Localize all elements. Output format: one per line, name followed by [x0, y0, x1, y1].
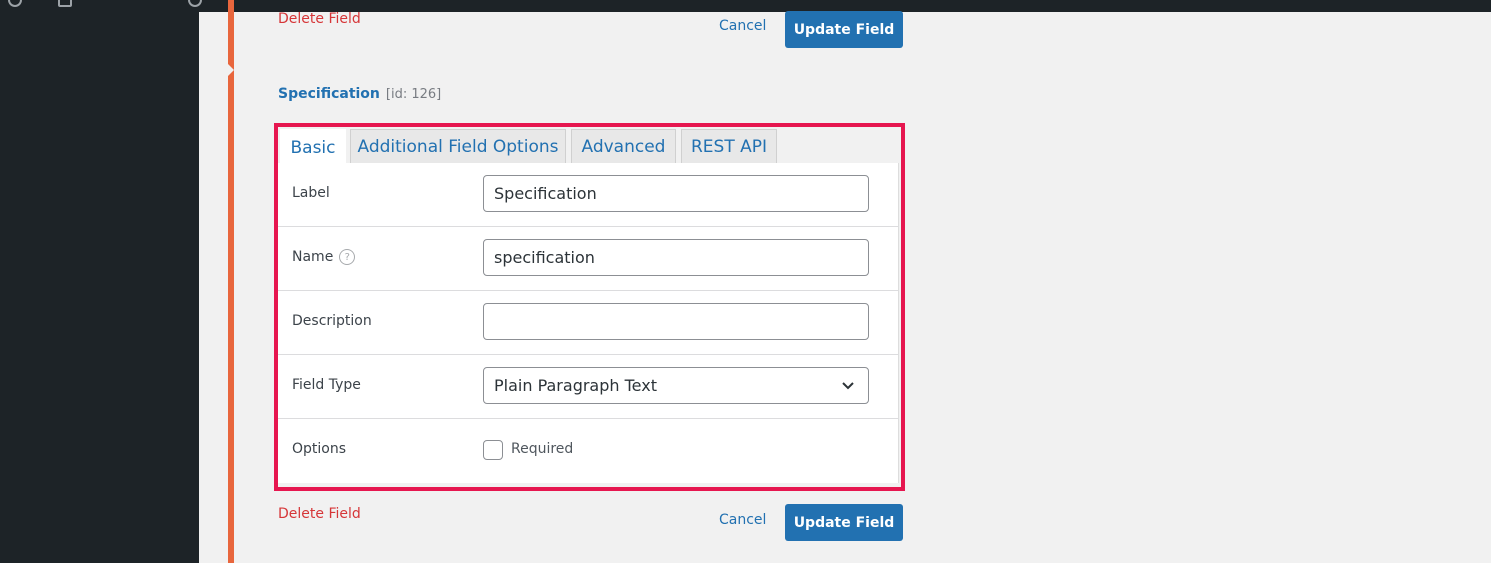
wordpress-icon[interactable] [8, 0, 22, 7]
tab-rest-api[interactable]: REST API [681, 129, 777, 163]
admin-sidebar [0, 12, 199, 563]
cancel-link-bottom[interactable]: Cancel [719, 512, 766, 528]
description-field-label: Description [292, 313, 372, 329]
label-field-label: Label [292, 185, 330, 201]
tab-advanced[interactable]: Advanced [571, 129, 676, 163]
delete-field-link-bottom[interactable]: Delete Field [278, 506, 361, 522]
field-type-selected: Plain Paragraph Text [494, 376, 657, 395]
chevron-down-icon [842, 382, 854, 390]
field-type-select[interactable]: Plain Paragraph Text [483, 367, 869, 404]
field-settings-panel: Basic Additional Field Options Advanced … [274, 123, 905, 491]
site-icon[interactable] [188, 0, 202, 7]
options-label: Options [292, 441, 347, 457]
field-type-row: Field Type Plain Paragraph Text [278, 355, 899, 419]
field-name-link[interactable]: Specification [278, 86, 380, 102]
delete-field-link-top[interactable]: Delete Field [278, 11, 361, 27]
update-field-button-top[interactable]: Update Field [785, 11, 903, 48]
accent-notch [228, 64, 234, 76]
update-field-button-bottom[interactable]: Update Field [785, 504, 903, 541]
name-field-label: Name? [292, 249, 356, 265]
required-checkbox[interactable] [483, 440, 503, 460]
tab-basic[interactable]: Basic [280, 129, 346, 165]
tab-additional-field-options[interactable]: Additional Field Options [350, 129, 566, 163]
options-row: Options Required [278, 419, 899, 483]
admin-menu-icon[interactable] [58, 0, 72, 7]
admin-top-bar [0, 0, 1491, 12]
name-label-text: Name [292, 249, 334, 265]
description-row: Description [278, 291, 899, 355]
settings-tabs: Basic Additional Field Options Advanced … [278, 127, 901, 165]
field-accent-bar [228, 0, 234, 563]
label-row: Label [278, 163, 899, 227]
field-id: [id: 126] [385, 87, 442, 102]
basic-settings-form: Label Name? Description Field Type Plain… [278, 163, 899, 483]
required-label[interactable]: Required [511, 441, 573, 457]
description-input[interactable] [483, 303, 869, 340]
help-icon[interactable]: ? [339, 249, 356, 265]
cancel-link-top[interactable]: Cancel [719, 18, 766, 34]
label-input[interactable] [483, 175, 869, 212]
field-type-label: Field Type [292, 377, 361, 393]
name-row: Name? [278, 227, 899, 291]
field-heading: Specification [id: 126] [278, 86, 441, 102]
name-input[interactable] [483, 239, 869, 276]
